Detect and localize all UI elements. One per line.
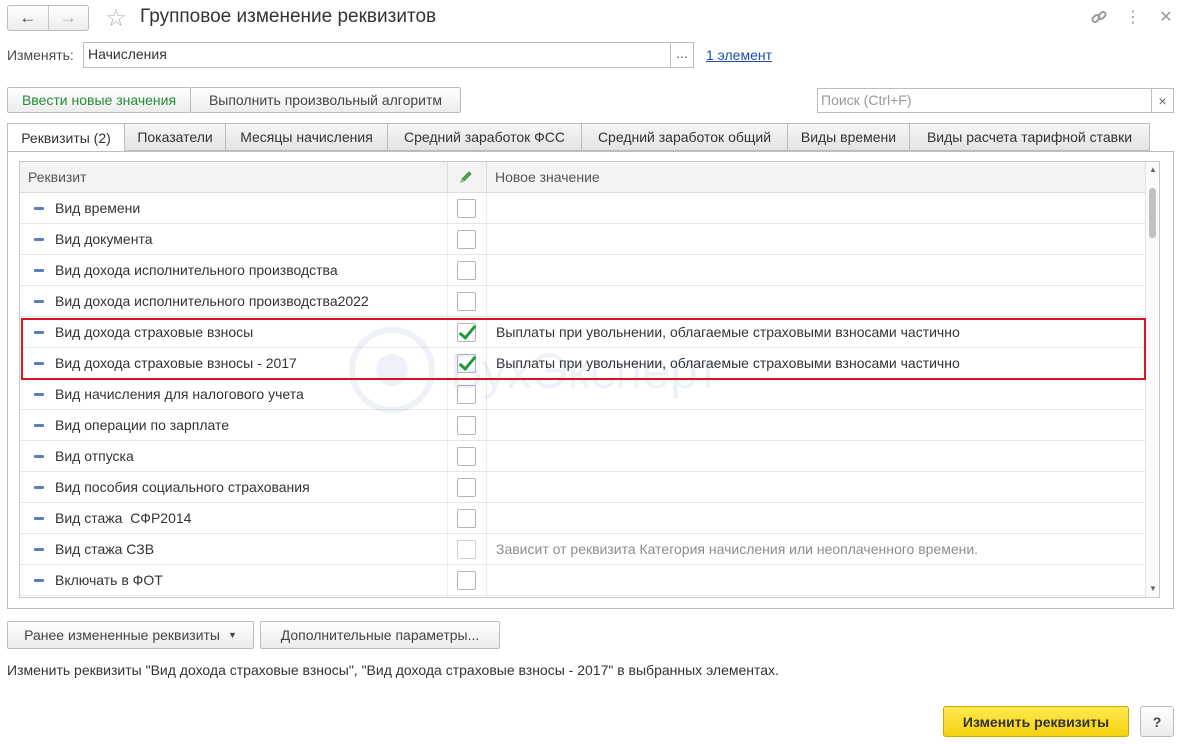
row-checkbox[interactable]	[457, 447, 476, 466]
window-title: Групповое изменение реквизитов	[140, 6, 437, 27]
row-attribute-name: Вид документа	[55, 231, 153, 247]
row-checkbox[interactable]	[457, 416, 476, 435]
status-message: Изменить реквизиты "Вид дохода страховые…	[7, 662, 779, 678]
row-attribute-name: Вид дохода исполнительного производства2…	[55, 293, 369, 309]
attribute-icon	[34, 238, 44, 241]
tab-time-types[interactable]: Виды времени	[788, 123, 910, 151]
row-new-value-hint: Зависит от реквизита Категория начислени…	[496, 541, 979, 557]
tab-attributes[interactable]: Реквизиты (2)	[7, 123, 125, 152]
table-row[interactable]: Вид времени	[20, 193, 1146, 224]
attribute-icon	[34, 517, 44, 520]
table-body: Вид времени Вид документа Вид дохода исп…	[20, 193, 1146, 596]
row-checkbox[interactable]	[457, 509, 476, 528]
scroll-up-icon[interactable]: ▲	[1146, 164, 1159, 176]
row-attribute-name: Вид стажа СФР2014	[55, 510, 192, 526]
search-clear-button[interactable]: ×	[1151, 88, 1174, 113]
attribute-icon	[34, 486, 44, 489]
column-new-value[interactable]: Новое значение	[487, 162, 600, 193]
row-checkbox[interactable]	[457, 571, 476, 590]
attribute-icon	[34, 424, 44, 427]
row-attribute-name: Вид начисления для налогового учета	[55, 386, 304, 402]
selection-highlight	[21, 318, 1146, 380]
more-vertical-icon[interactable]: ⋮	[1122, 6, 1144, 28]
table-row[interactable]: Вид отпуска	[20, 441, 1146, 472]
previous-changes-label: Ранее измененные реквизиты	[24, 627, 220, 643]
elements-link[interactable]: 1 элемент	[706, 47, 772, 63]
row-checkbox[interactable]	[457, 230, 476, 249]
row-checkbox[interactable]	[457, 478, 476, 497]
table-row[interactable]: Включать в ФОТ	[20, 565, 1146, 596]
attribute-icon	[34, 548, 44, 551]
apply-changes-button[interactable]: Изменить реквизиты	[943, 706, 1129, 737]
previous-changes-button[interactable]: Ранее измененные реквизиты ▼	[7, 621, 254, 649]
table-row[interactable]: Вид стажа СЗВ Зависит от реквизита Катег…	[20, 534, 1146, 565]
row-attribute-name: Вид отпуска	[55, 448, 134, 464]
arrow-left-icon[interactable]: ←	[8, 6, 48, 30]
dropdown-arrow-icon: ▼	[227, 630, 237, 640]
tab-bar: Реквизиты (2) Показатели Месяцы начислен…	[7, 123, 1150, 152]
close-icon[interactable]: ✕	[1155, 6, 1177, 28]
table-row[interactable]: Вид начисления для налогового учета	[20, 379, 1146, 410]
table-row[interactable]: Вид дохода исполнительного производства	[20, 255, 1146, 286]
row-checkbox[interactable]	[457, 292, 476, 311]
table-row[interactable]: Вид документа	[20, 224, 1146, 255]
row-checkbox[interactable]	[457, 540, 476, 559]
tab-accrual-months[interactable]: Месяцы начисления	[226, 123, 388, 151]
navigation-group: ← →	[7, 5, 89, 31]
edit-label: Изменять:	[7, 47, 74, 63]
scroll-thumb[interactable]	[1149, 188, 1156, 238]
attribute-icon	[34, 300, 44, 303]
row-checkbox[interactable]	[457, 199, 476, 218]
table-header: Реквизит Новое значение	[20, 162, 1146, 193]
help-button[interactable]: ?	[1140, 706, 1174, 737]
table-row[interactable]: Вид операции по зарплате	[20, 410, 1146, 441]
tab-avg-earnings-general[interactable]: Средний заработок общий	[582, 123, 788, 151]
run-algorithm-button[interactable]: Выполнить произвольный алгоритм	[190, 87, 461, 113]
enter-new-values-button[interactable]: Ввести новые значения	[7, 87, 191, 113]
attribute-icon	[34, 579, 44, 582]
table-row[interactable]: Вид дохода исполнительного производства2…	[20, 286, 1146, 317]
scroll-down-icon[interactable]: ▼	[1146, 583, 1159, 595]
row-attribute-name: Вид дохода исполнительного производства	[55, 262, 338, 278]
vertical-scrollbar[interactable]: ▲ ▼	[1145, 162, 1159, 597]
arrow-right-icon[interactable]: →	[47, 6, 89, 30]
row-checkbox[interactable]	[457, 261, 476, 280]
select-button[interactable]: ...	[670, 42, 694, 68]
attribute-icon	[34, 269, 44, 272]
star-icon[interactable]: ☆	[102, 4, 130, 32]
pencil-icon	[448, 162, 486, 193]
attribute-icon	[34, 393, 44, 396]
table-row[interactable]: Вид пособия социального страхования	[20, 472, 1146, 503]
row-attribute-name: Вид пособия социального страхования	[55, 479, 310, 495]
row-attribute-name: Включать в ФОТ	[55, 572, 163, 588]
tab-indicators[interactable]: Показатели	[125, 123, 226, 151]
extra-params-button[interactable]: Дополнительные параметры...	[260, 621, 500, 649]
row-checkbox[interactable]	[457, 385, 476, 404]
column-attribute[interactable]: Реквизит	[20, 162, 447, 193]
tab-avg-earnings-fss[interactable]: Средний заработок ФСС	[388, 123, 582, 151]
link-icon[interactable]	[1088, 6, 1110, 28]
tab-tariff-rate-types[interactable]: Виды расчета тарифной ставки	[910, 123, 1150, 151]
table-row[interactable]: Вид стажа СФР2014	[20, 503, 1146, 534]
search-input[interactable]: Поиск (Ctrl+F)	[817, 88, 1152, 113]
row-attribute-name: Вид операции по зарплате	[55, 417, 230, 433]
row-attribute-name: Вид времени	[55, 200, 141, 216]
attribute-icon	[34, 455, 44, 458]
attribute-icon	[34, 207, 44, 210]
row-attribute-name: Вид стажа СЗВ	[55, 541, 155, 557]
edit-object-field[interactable]: Начисления	[83, 42, 671, 68]
